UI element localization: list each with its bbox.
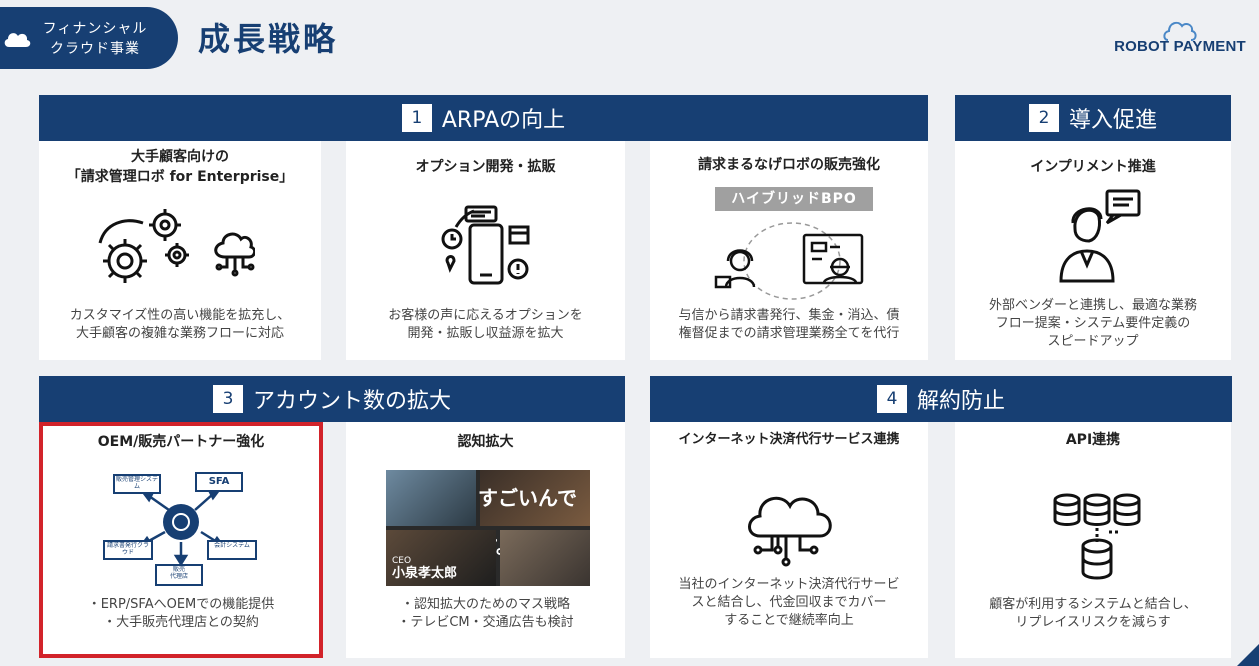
hybrid-bpo-badge: ハイブリッドBPO: [715, 187, 873, 211]
card-awareness-bullet-1: ・認知拡大のためのマス戦略: [400, 597, 570, 612]
ceo-role-label: CEO: [392, 556, 412, 566]
card-oem-bullet-1: ・ERP/SFAへOEMでの機能提供: [87, 597, 275, 612]
card-awareness: 認知拡大 すごいんです。 CEO 小泉孝太郎 ・認知拡大のためのマス戦略 ・テレ…: [346, 422, 625, 658]
card-bpo-desc-line-2: 権督促までの請求管理業務全てを代行: [678, 326, 900, 341]
node-accounting: 会計システム: [207, 540, 257, 560]
card-api-desc-line-1: 顧客が利用するシステムと結合し、: [989, 597, 1197, 612]
card-oem-title: OEM/販売パートナー強化: [97, 434, 265, 450]
logo-text: ROBOT PAYMENT: [1114, 38, 1246, 55]
cloud-icon: [4, 33, 31, 47]
card-bpo: 請求まるなげロボの販売強化 ハイブリッドBPO 与信から請求書発行、集金・消込、…: [650, 141, 928, 360]
section-4-bar: 4 解約防止: [650, 376, 1232, 422]
card-bpo-desc-line-1: 与信から請求書発行、集金・消込、債: [678, 308, 900, 323]
section-2-label: 導入促進: [1068, 108, 1157, 133]
card-payment-desc-line-3: することで継続率向上: [724, 613, 854, 628]
card-implement: インプリメント推進 外部ベンダーと連携し、最適な業務 フロー提案・システム要件定…: [955, 141, 1231, 360]
ceo-name-label: 小泉孝太郎: [392, 566, 458, 581]
section-3-label: アカウント数の拡大: [252, 389, 451, 414]
section-2-bar: 2 導入促進: [955, 95, 1231, 141]
tv-cm-photo: すごいんです。 CEO 小泉孝太郎: [386, 470, 590, 586]
card-option-desc-line-2: 開発・拡販し収益源を拡大: [407, 326, 564, 341]
card-enterprise: 大手顧客向けの 「請求管理ロボ for Enterprise」 カスタマイズ性の…: [39, 141, 321, 360]
card-option-title: オプション開発・拡販: [415, 159, 556, 175]
card-awareness-bullet-2: ・テレビCM・交通広告も検討: [397, 615, 574, 630]
card-implement-title: インプリメント推進: [1030, 159, 1156, 175]
node-sales-management: 販売管理システム: [113, 474, 161, 494]
card-payment-title: インターネット決済代行サービス連携: [678, 432, 900, 447]
card-option-desc: お客様の声に応えるオプションを 開発・拡販し収益源を拡大: [346, 307, 625, 343]
card-option: オプション開発・拡販 お客様の声に応えるオプションを 開発・拡販し収益源を拡大: [346, 141, 625, 360]
section-4-number: 4: [876, 385, 907, 413]
consultant-speech-icon: [1059, 189, 1141, 283]
card-oem: OEM/販売パートナー強化 販売管理システム SFA 請求書発行クラウド 会計シ…: [39, 422, 323, 658]
card-api-title: API連携: [1065, 432, 1121, 448]
robot-payment-logo: ROBOT PAYMENT: [1106, 16, 1254, 60]
category-line-2: クラウド事業: [50, 41, 140, 57]
card-enterprise-desc-line-2: 大手顧客の複雑な業務フローに対応: [75, 326, 284, 341]
section-4-label: 解約防止: [916, 389, 1005, 414]
card-awareness-bullets: ・認知拡大のためのマス戦略 ・テレビCM・交通広告も検討: [346, 596, 625, 632]
category-label: フィナンシャル クラウド事業: [30, 19, 160, 59]
corner-decoration: [1237, 644, 1259, 666]
node-invoice-cloud: 請求書発行クラウド: [103, 540, 153, 560]
node-sales-agency-line-1: 販売: [172, 566, 185, 573]
card-enterprise-desc: カスタマイズ性の高い機能を拡充し、 大手顧客の複雑な業務フローに対応: [39, 307, 321, 343]
card-enterprise-desc-line-1: カスタマイズ性の高い機能を拡充し、: [69, 308, 291, 323]
card-payment: インターネット決済代行サービス連携 当社のインターネット決済代行サービ スと結合…: [650, 422, 928, 658]
category-pill: フィナンシャル クラウド事業: [0, 7, 178, 69]
card-api: API連携 顧客が利用するシステムと結合し、 リプレイスリスクを減らす: [955, 422, 1231, 658]
card-api-desc: 顧客が利用するシステムと結合し、 リプレイスリスクを減らす: [955, 596, 1231, 632]
card-bpo-title: 請求まるなげロボの販売強化: [698, 157, 880, 173]
section-1-label: ARPAの向上: [441, 108, 566, 133]
card-awareness-title: 認知拡大: [457, 434, 514, 450]
page-title: 成長戦略: [198, 20, 339, 58]
card-enterprise-title: 大手顧客向けの 「請求管理ロボ for Enterprise」: [39, 147, 321, 187]
database-connect-icon: [1053, 493, 1141, 580]
section-2-number: 2: [1028, 104, 1059, 132]
node-sales-agency: 販売 代理店: [155, 564, 203, 586]
node-sfa: SFA: [195, 472, 243, 492]
section-1-number: 1: [401, 104, 432, 132]
card-enterprise-title-line-1: 大手顧客向けの: [131, 149, 229, 165]
card-implement-desc: 外部ベンダーと連携し、最適な業務 フロー提案・システム要件定義の スピードアップ: [955, 297, 1231, 351]
smartphone-options-icon: [441, 205, 530, 285]
gears-cloud-icon: [98, 209, 255, 283]
card-bpo-desc: 与信から請求書発行、集金・消込、債 権督促までの請求管理業務全てを代行: [650, 307, 928, 343]
card-enterprise-title-line-2: 「請求管理ロボ for Enterprise」: [66, 169, 294, 185]
card-implement-desc-line-3: スピードアップ: [1047, 334, 1139, 349]
operator-worker-icon: [714, 222, 864, 300]
card-payment-desc-line-1: 当社のインターネット決済代行サービ: [678, 577, 900, 592]
card-implement-desc-line-2: フロー提案・システム要件定義の: [995, 316, 1191, 331]
section-3-bar: 3 アカウント数の拡大: [39, 376, 625, 422]
card-oem-bullet-2: ・大手販売代理店との契約: [103, 615, 259, 630]
section-3-number: 3: [212, 385, 243, 413]
cloud-network-icon: [748, 496, 832, 567]
node-sales-agency-line-2: 代理店: [169, 573, 188, 580]
card-oem-bullets: ・ERP/SFAへOEMでの機能提供 ・大手販売代理店との契約: [39, 596, 323, 632]
card-option-desc-line-1: お客様の声に応えるオプションを: [388, 308, 583, 323]
section-1-bar: 1 ARPAの向上: [39, 95, 928, 141]
card-payment-desc: 当社のインターネット決済代行サービ スと結合し、代金回収までカバー することで継…: [650, 576, 928, 630]
category-line-1: フィナンシャル: [42, 21, 148, 37]
card-api-desc-line-2: リプレイスリスクを減らす: [1015, 615, 1171, 630]
card-payment-desc-line-2: スと結合し、代金回収までカバー: [691, 595, 887, 610]
card-implement-desc-line-1: 外部ベンダーと連携し、最適な業務: [988, 298, 1197, 313]
